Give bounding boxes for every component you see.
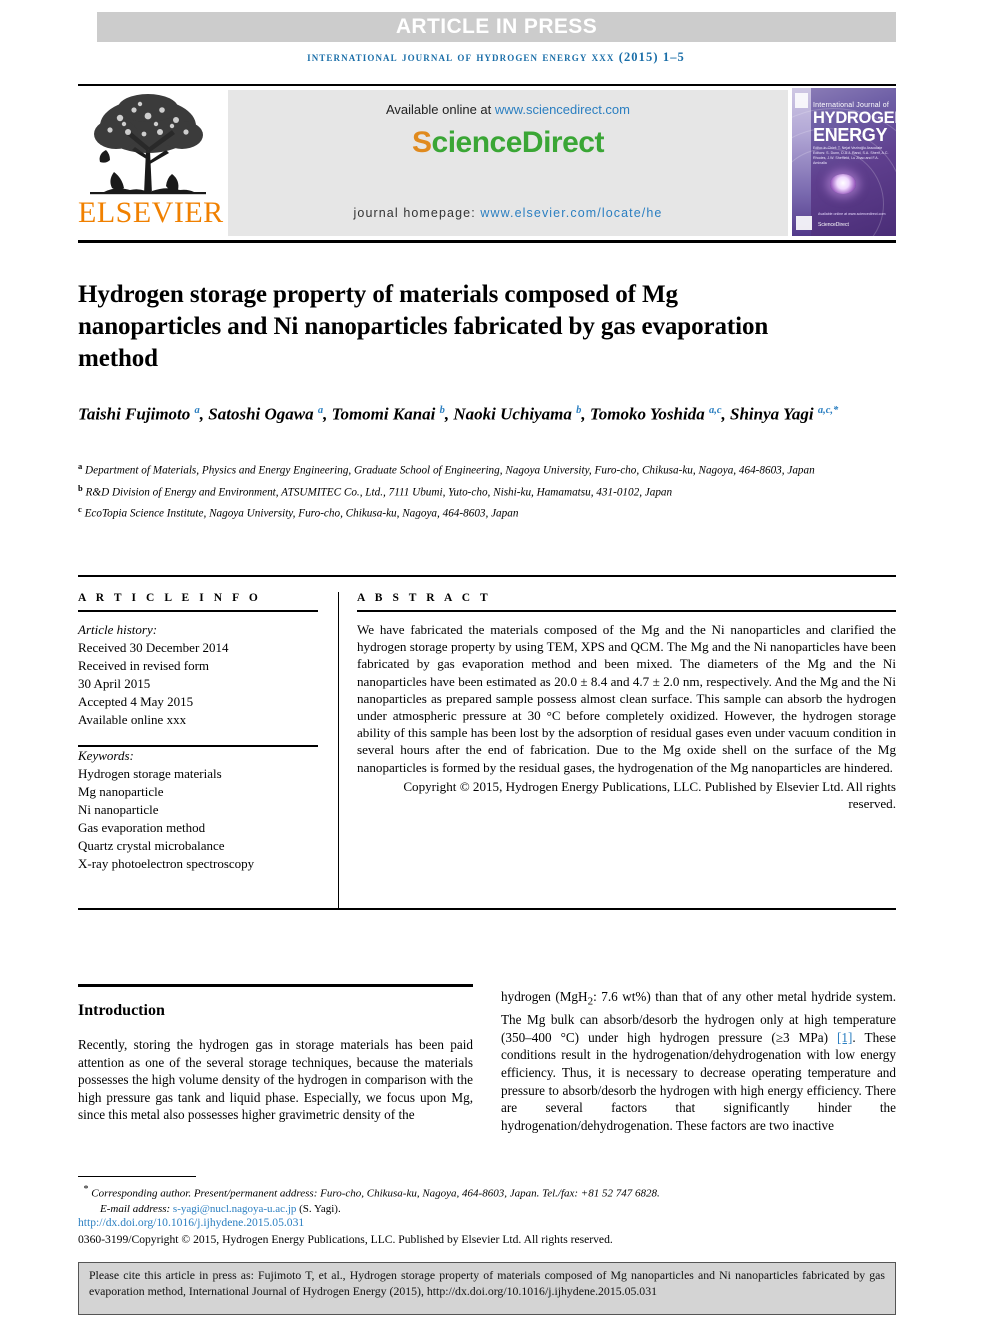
corresponding-author-star: * [83,1184,89,1195]
introduction-top-rule [78,984,473,987]
sciencedirect-logo-initial: S [412,126,432,159]
cover-sciencedirect-mark: ScienceDirect [818,222,849,228]
author-name: Naoki Uchiyama [453,404,577,424]
elsevier-tree-icon [90,94,206,195]
elsevier-logo: ELSEVIER [78,88,224,236]
introduction-heading: Introduction [78,1002,165,1019]
journal-homepage-link[interactable]: www.elsevier.com/locate/he [480,206,662,220]
author-affiliation-mark: a,c [708,405,722,416]
author-name: Shinya Yagi [730,404,818,424]
journal-cover-image: International Journal of HYDROGEN ENERGY… [792,88,896,236]
keywords-label: Keywords: [78,748,134,763]
sciencedirect-logo: ScienceDirect [228,126,788,160]
intro-right-post: . These conditions result in the hydroge… [501,1029,897,1133]
article-info-rule [78,610,318,612]
article-title: Hydrogen storage property of materials c… [78,280,769,372]
available-online-prefix: Available online at [385,102,495,117]
author-name: Tomoko Yoshida [589,404,709,424]
abstract-rule [357,610,896,612]
masthead-bottom-rule [78,240,896,243]
article-page: ARTICLE IN PRESS international journal o… [0,0,992,1323]
author-name: Taishi Fujimoto [78,404,195,424]
author-name: Satoshi Ogawa [208,404,318,424]
sciencedirect-logo-rest: cienceDirect [431,126,605,159]
footnote-block: * Corresponding author. Present/permanen… [78,1182,896,1218]
affiliation-text: Department of Materials, Physics and Ene… [82,464,815,477]
author-separator: , [581,404,590,424]
body-column-left: Introduction Recently, storing the hydro… [78,994,473,1124]
author-affiliation-mark: a,c,* [817,405,839,416]
cover-editors-list: Editor-in-Chief: T. Nejat Veziroğlu Asso… [813,146,889,165]
footnote-rule [78,1176,196,1177]
corresponding-author-note: * Corresponding author. Present/permanen… [78,1182,896,1202]
cite-this-article-box: Please cite this article in press as: Fu… [78,1262,896,1315]
journal-homepage-line: journal homepage: www.elsevier.com/locat… [228,206,788,220]
affiliation-entry: a Department of Materials, Physics and E… [78,458,888,480]
available-online-line: Available online at www.sciencedirect.co… [228,102,788,117]
article-history-item: Available online xxx [78,712,187,727]
abstract-copyright: Copyright © 2015, Hydrogen Energy Public… [403,778,896,812]
citation-reference-1[interactable]: [1] [837,1030,852,1045]
author-separator: , [721,404,731,424]
article-history-block: Article history: Received 30 December 20… [78,621,318,729]
masthead: ELSEVIER Available online at www.science… [78,88,896,236]
issn-copyright-line: 0360-3199/Copyright © 2015, Hydrogen Ene… [78,1233,613,1246]
article-history-label: Article history: [78,622,158,637]
cover-ihe-logo-icon [796,216,812,230]
abstract-bottom-rule [78,908,896,910]
affiliation-list: a Department of Materials, Physics and E… [78,458,888,523]
article-history-item: 30 April 2015 [78,676,151,691]
keywords-block: Keywords: Hydrogen storage materials Mg n… [78,747,318,873]
cover-title-hydrogen: HYDROGEN [813,109,896,127]
cover-elsevier-mark-icon [795,93,808,108]
cover-available-online-text: Available online at www.sciencedirect.co… [818,212,886,216]
affiliation-entry: b R&D Division of Energy and Environment… [78,480,888,502]
info-section-top-rule [78,575,896,577]
article-in-press-label: ARTICLE IN PRESS [395,15,598,38]
journal-running-head: international journal of hydrogen energy… [307,50,685,64]
abstract-column: A B S T R A C T We have fabricated the m… [357,592,896,812]
email-owner: (S. Yagi). [296,1203,341,1216]
article-info-column: A R T I C L E I N F O Article history: R… [78,592,318,873]
sciencedirect-panel: Available online at www.sciencedirect.co… [228,90,788,236]
affiliation-entry: c EcoTopia Science Institute, Nagoya Uni… [78,501,888,523]
cover-journal-kicker: International Journal of [813,102,890,109]
keyword-item: Hydrogen storage materials [78,766,222,781]
keyword-item: X-ray photoelectron spectroscopy [78,856,255,871]
article-history-item: Received 30 December 2014 [78,640,229,655]
affiliation-text: R&D Division of Energy and Environment, … [82,486,673,499]
column-divider [338,592,339,910]
article-history-item: Received in revised form [78,658,210,673]
author-name: Tomomi Kanai [331,404,440,424]
email-label: E-mail address: [100,1203,173,1216]
abstract-heading: A B S T R A C T [357,592,492,604]
abstract-body: We have fabricated the materials compose… [357,622,896,775]
keyword-item: Ni nanoparticle [78,802,159,817]
author-separator: , [323,404,332,424]
article-in-press-banner: ARTICLE IN PRESS [97,12,896,42]
sciencedirect-link[interactable]: www.sciencedirect.com [495,102,630,117]
introduction-paragraph-right: hydrogen (MgH2: 7.6 wt%) than that of an… [501,988,896,1134]
affiliation-text: EcoTopia Science Institute, Nagoya Unive… [81,508,519,521]
article-history-item: Accepted 4 May 2015 [78,694,194,709]
introduction-paragraph-left: Recently, storing the hydrogen gas in st… [78,1037,473,1123]
cover-title-energy: ENERGY [813,125,888,145]
intro-right-pre: hydrogen (MgH [501,989,588,1004]
author-list: Taishi Fujimoto a, Satoshi Ogawa a, Tomo… [78,398,878,428]
keyword-item: Mg nanoparticle [78,784,164,799]
author-separator: , [199,404,209,424]
email-link[interactable]: s-yagi@nucl.nagoya-u.ac.jp [173,1203,296,1215]
cover-orb-graphic [830,174,856,194]
masthead-top-rule [78,84,896,86]
doi-link[interactable]: http://dx.doi.org/10.1016/j.ijhydene.201… [78,1216,304,1229]
cite-this-article-text: Please cite this article in press as: Fu… [89,1268,885,1298]
corresponding-author-text: Corresponding author. Present/permanent … [91,1187,660,1200]
keyword-item: Quartz crystal microbalance [78,838,225,853]
journal-homepage-label: journal homepage: [353,206,481,220]
body-column-right: hydrogen (MgH2: 7.6 wt%) than that of an… [501,988,896,1134]
elsevier-wordmark: ELSEVIER [78,196,224,229]
keyword-item: Gas evaporation method [78,820,206,835]
article-info-heading: A R T I C L E I N F O [78,592,262,604]
